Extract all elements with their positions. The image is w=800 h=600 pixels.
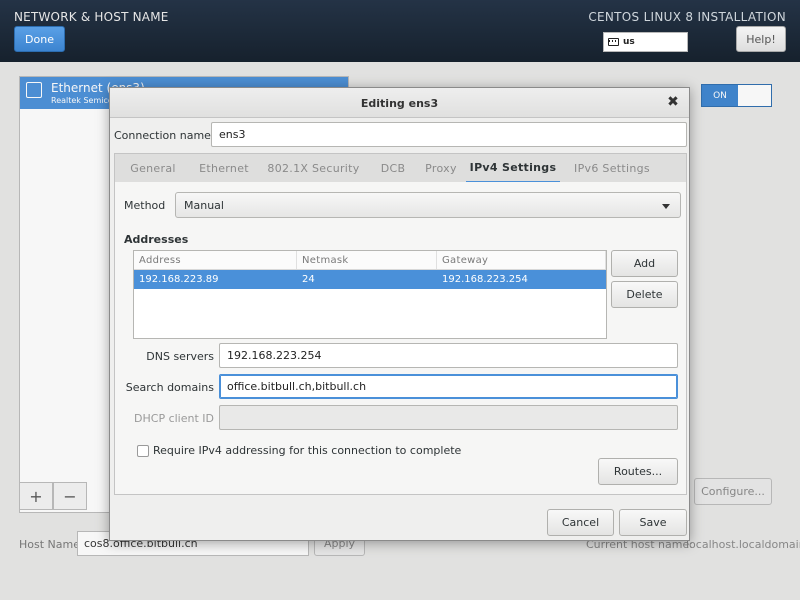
dhcp-client-id-input[interactable] (219, 405, 678, 430)
column-address[interactable]: Address (134, 251, 297, 269)
delete-address-button[interactable]: Delete (611, 281, 678, 308)
dhcp-client-id-label: DHCP client ID (134, 412, 214, 425)
done-button[interactable]: Done (14, 26, 65, 52)
search-domains-input[interactable]: office.bitbull.ch,bitbull.ch (219, 374, 678, 399)
address-cell[interactable]: 192.168.223.89 (134, 270, 297, 289)
installer-header: NETWORK & HOST NAME Done CENTOS LINUX 8 … (0, 0, 800, 62)
settings-tabs: General Ethernet 802.1X Security DCB Pro… (114, 153, 687, 183)
netmask-cell[interactable]: 24 (297, 270, 437, 289)
tab-general[interactable]: General (115, 154, 191, 183)
keyboard-layout-indicator[interactable]: us (603, 32, 688, 52)
tab-proxy[interactable]: Proxy (416, 154, 466, 183)
addresses-table[interactable]: Address Netmask Gateway 192.168.223.89 2… (133, 250, 607, 339)
close-icon[interactable]: ✖ (665, 94, 681, 110)
connection-name-label: Connection name (114, 129, 211, 142)
keyboard-layout-label: us (623, 37, 635, 47)
ipv4-settings-panel: Method Manual Addresses Address Netmask … (114, 182, 687, 495)
search-domains-label: Search domains (125, 381, 214, 394)
tab-8021x-security[interactable]: 802.1X Security (257, 154, 370, 183)
tab-ipv4-settings[interactable]: IPv4 Settings (466, 154, 560, 183)
product-title: CENTOS LINUX 8 INSTALLATION (588, 10, 786, 24)
dialog-titlebar[interactable]: Editing ens3 ✖ (110, 88, 689, 118)
cancel-button[interactable]: Cancel (547, 509, 614, 536)
keyboard-icon (608, 38, 619, 46)
save-button[interactable]: Save (619, 509, 687, 536)
method-value: Manual (184, 198, 224, 212)
tab-dcb[interactable]: DCB (370, 154, 416, 183)
add-address-button[interactable]: Add (611, 250, 678, 277)
addresses-table-header: Address Netmask Gateway (134, 251, 606, 270)
routes-button[interactable]: Routes... (598, 458, 678, 485)
tab-ethernet[interactable]: Ethernet (191, 154, 257, 183)
section-title: NETWORK & HOST NAME (14, 10, 169, 24)
method-label: Method (124, 199, 166, 212)
require-ipv4-label[interactable]: Require IPv4 addressing for this connect… (153, 444, 461, 457)
gateway-cell[interactable]: 192.168.223.254 (437, 270, 606, 289)
table-row[interactable]: 192.168.223.89 24 192.168.223.254 (134, 270, 606, 289)
tab-ipv6-settings[interactable]: IPv6 Settings (560, 154, 664, 183)
dropdown-arrow-icon (662, 204, 670, 209)
column-netmask[interactable]: Netmask (297, 251, 437, 269)
edit-connection-dialog: Editing ens3 ✖ Connection name ens3 Gene… (109, 87, 690, 541)
dialog-title: Editing ens3 (360, 97, 439, 110)
column-gateway[interactable]: Gateway (437, 251, 606, 269)
require-ipv4-checkbox[interactable] (137, 445, 149, 457)
addresses-heading: Addresses (124, 233, 189, 246)
method-select[interactable]: Manual (175, 192, 681, 218)
help-button[interactable]: Help! (736, 26, 786, 52)
dns-servers-input[interactable]: 192.168.223.254 (219, 343, 678, 368)
dns-servers-label: DNS servers (146, 350, 214, 363)
connection-name-input[interactable]: ens3 (211, 122, 687, 147)
